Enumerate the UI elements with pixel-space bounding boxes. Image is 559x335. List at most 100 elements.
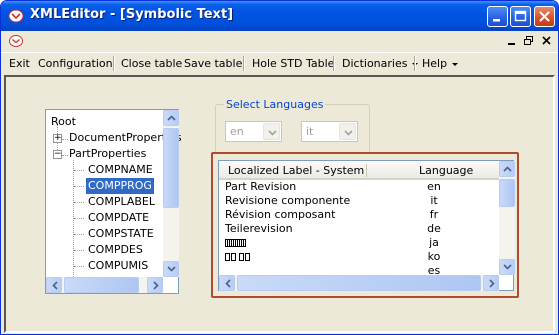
table-horizontal-scrollbar[interactable] bbox=[219, 275, 499, 291]
window-title: XMLEditor - [Symbolic Text] bbox=[30, 7, 234, 22]
tree-label: COMPSTATE bbox=[88, 227, 154, 240]
cell-label: Revisione componente bbox=[225, 194, 351, 207]
source-language-dropdown-button[interactable] bbox=[263, 123, 280, 140]
target-language-value: it bbox=[306, 125, 314, 138]
menu-configuration[interactable]: Configuration bbox=[38, 56, 113, 72]
menu-dictionaries[interactable]: Dictionaries bbox=[342, 56, 419, 72]
column-header-label[interactable]: Localized Label - System bbox=[228, 164, 364, 177]
tree-node-documentproperties[interactable]: + DocumentProperties bbox=[46, 130, 182, 146]
cell-language: fr bbox=[429, 208, 439, 221]
cell-language: ko bbox=[427, 250, 441, 263]
menu-hole-std-table[interactable]: Hole STD Table bbox=[252, 56, 334, 72]
table-header: Localized Label - System Language bbox=[219, 161, 499, 180]
cell-label: Part Revision bbox=[225, 180, 297, 193]
source-language-value: en bbox=[230, 125, 244, 138]
menu-help[interactable]: Help bbox=[422, 56, 459, 72]
tree-line bbox=[74, 218, 84, 219]
tree-label-partproperties: PartProperties bbox=[69, 147, 147, 160]
tree-line bbox=[74, 266, 84, 267]
menu-help-label: Help bbox=[422, 57, 448, 70]
chevron-left-icon bbox=[52, 281, 58, 290]
collapse-minus-icon[interactable]: − bbox=[53, 150, 62, 159]
menu-dictionaries-label: Dictionaries bbox=[342, 57, 408, 70]
scroll-down-button[interactable] bbox=[163, 261, 179, 277]
minimize-button[interactable] bbox=[487, 6, 508, 27]
cell-language: it bbox=[430, 194, 438, 207]
source-language-select[interactable]: en bbox=[225, 121, 282, 142]
tree-line bbox=[74, 234, 84, 235]
table-row[interactable]: ko bbox=[219, 250, 499, 264]
chevron-down-icon bbox=[503, 264, 512, 270]
minimize-icon bbox=[493, 19, 500, 22]
tree-vertical-scrollbar[interactable] bbox=[163, 110, 179, 277]
tree-line bbox=[74, 170, 84, 171]
scroll-left-button[interactable] bbox=[46, 277, 62, 293]
scroll-up-button[interactable] bbox=[499, 161, 515, 177]
scroll-right-button[interactable] bbox=[147, 277, 163, 293]
menu-bar: Exit Configuration Close table Save tabl… bbox=[1, 52, 558, 73]
menu-separator bbox=[113, 56, 115, 71]
select-languages-title: Select Languages bbox=[224, 98, 326, 111]
scroll-thumb[interactable] bbox=[163, 128, 179, 208]
tree-label: COMPDATE bbox=[88, 211, 150, 224]
scroll-thumb[interactable] bbox=[499, 179, 515, 207]
menu-separator bbox=[414, 56, 416, 71]
mdi-bar bbox=[1, 31, 558, 51]
scroll-thumb[interactable] bbox=[64, 277, 139, 293]
mdi-minimize-icon[interactable] bbox=[505, 34, 518, 47]
scroll-down-button[interactable] bbox=[499, 259, 515, 275]
app-icon bbox=[8, 9, 24, 23]
chevron-right-icon bbox=[489, 279, 495, 288]
column-divider[interactable] bbox=[366, 164, 367, 177]
unrendered-glyphs bbox=[225, 253, 250, 261]
target-language-dropdown-button[interactable] bbox=[339, 123, 356, 140]
scroll-up-button[interactable] bbox=[163, 110, 179, 126]
chevron-down-icon bbox=[167, 266, 176, 272]
table-vertical-scrollbar[interactable] bbox=[499, 161, 515, 275]
chevron-left-icon bbox=[225, 279, 231, 288]
menu-separator bbox=[243, 56, 245, 71]
tree-horizontal-scrollbar[interactable] bbox=[46, 277, 163, 293]
close-icon bbox=[539, 11, 550, 22]
tree-label-selected: COMPPROG bbox=[86, 178, 154, 194]
table-row[interactable]: Révision composant fr bbox=[219, 208, 499, 222]
cell-language: ja bbox=[429, 236, 439, 249]
mdi-close-icon[interactable] bbox=[540, 34, 553, 47]
table-row[interactable]: Revisione componente it bbox=[219, 194, 499, 208]
chevron-up-icon bbox=[167, 115, 176, 121]
localization-table[interactable]: Localized Label - System Language Part R… bbox=[218, 160, 515, 291]
tree-label: COMPDES bbox=[88, 243, 143, 256]
menu-separator bbox=[333, 56, 335, 71]
close-button[interactable] bbox=[534, 6, 555, 27]
menu-exit[interactable]: Exit bbox=[9, 56, 30, 72]
tree-line bbox=[74, 186, 84, 187]
scroll-thumb[interactable] bbox=[237, 275, 481, 291]
title-bar[interactable]: XMLEditor - [Symbolic Text] bbox=[1, 1, 558, 31]
expand-plus-icon[interactable]: + bbox=[53, 134, 62, 143]
dropdown-arrow-icon bbox=[452, 62, 459, 66]
cell-language: de bbox=[427, 222, 441, 235]
table-row[interactable]: ja bbox=[219, 236, 499, 250]
maximize-button[interactable] bbox=[510, 6, 531, 27]
chevron-down-icon bbox=[268, 130, 277, 136]
menu-close-table[interactable]: Close table bbox=[121, 56, 182, 72]
table-row[interactable]: Part Revision en bbox=[219, 180, 499, 194]
tree-label: COMPLABEL bbox=[88, 195, 155, 208]
scroll-right-button[interactable] bbox=[483, 275, 499, 291]
tree-line bbox=[74, 250, 84, 251]
target-language-select[interactable]: it bbox=[301, 121, 358, 142]
cell-language: en bbox=[427, 180, 441, 193]
scroll-left-button[interactable] bbox=[219, 275, 235, 291]
chevron-up-icon bbox=[503, 166, 512, 172]
chevron-down-icon bbox=[344, 130, 353, 136]
menu-save-table[interactable]: Save table bbox=[184, 56, 242, 72]
tree-view[interactable]: Root + DocumentProperties − PartProperti… bbox=[45, 109, 182, 294]
column-header-language[interactable]: Language bbox=[419, 164, 473, 177]
tree-label: COMPNAME bbox=[88, 163, 153, 176]
mdi-restore-icon[interactable] bbox=[522, 34, 535, 47]
tree-label: COMPUMIS bbox=[88, 259, 149, 272]
document-icon[interactable] bbox=[8, 33, 24, 49]
tree-label-root: Root bbox=[51, 115, 76, 128]
tree-line bbox=[74, 202, 84, 203]
table-row[interactable]: Teilerevision de bbox=[219, 222, 499, 236]
